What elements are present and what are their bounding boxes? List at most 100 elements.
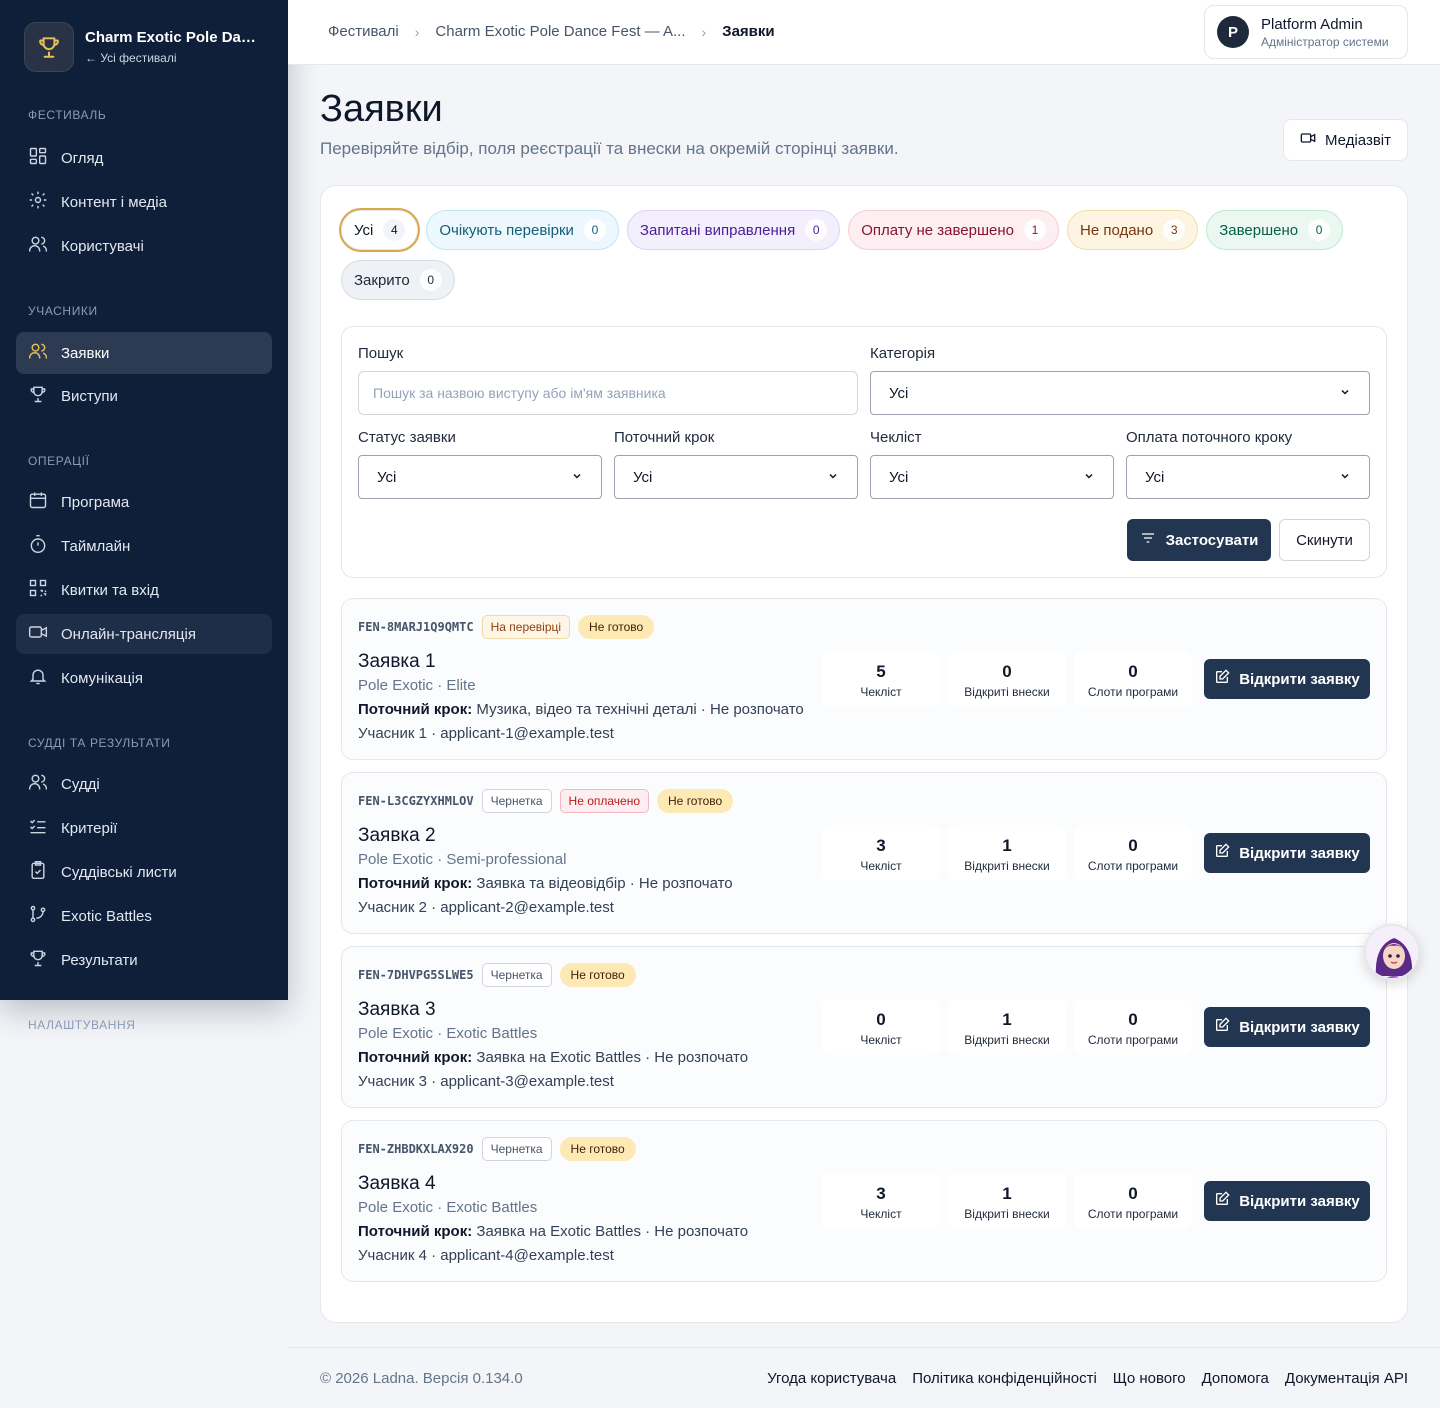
sidebar-item-overview[interactable]: Огляд [16, 138, 272, 178]
tab-label: Усі [354, 221, 374, 239]
stat-value: 3 [876, 1184, 886, 1203]
open-application-button[interactable]: Відкрити заявку [1204, 1007, 1370, 1047]
sidebar-item-timeline[interactable]: Таймлайн [16, 526, 272, 566]
payment-select[interactable]: Усі [1126, 455, 1370, 499]
sidebar-item-label: Користувачі [61, 237, 144, 255]
sidebar-item-applications[interactable]: Заявки [16, 332, 272, 374]
open-application-button[interactable]: Відкрити заявку [1204, 1181, 1370, 1221]
footer-link-whats-new[interactable]: Що нового [1113, 1370, 1186, 1387]
sidebar-item-criteria[interactable]: Критерії [16, 808, 272, 848]
sidebar-item-communication[interactable]: Комунікація [16, 658, 272, 698]
footer-link-help[interactable]: Допомога [1202, 1370, 1269, 1387]
footer-links: Угода користувача Політика конфіденційно… [767, 1370, 1408, 1387]
checklist-select[interactable]: Усі [870, 455, 1114, 499]
sidebar-item-label: Exotic Battles [61, 907, 152, 925]
footer-link-privacy[interactable]: Політика конфіденційності [912, 1370, 1097, 1387]
back-to-festivals-link[interactable]: ← Усі фестивалі [85, 51, 264, 65]
stat-label: Слоти програми [1087, 685, 1179, 699]
breadcrumb-festival[interactable]: Charm Exotic Pole Dance Fest — A... [435, 23, 685, 40]
step-label: Поточний крок: [358, 875, 473, 892]
list-checks-icon [28, 816, 48, 840]
reset-filters-button[interactable]: Скинути [1279, 519, 1370, 561]
trophy-icon [28, 948, 48, 972]
stat-contributions: 1 Відкриті внески [948, 825, 1066, 881]
sidebar-item-label: Результати [61, 951, 138, 969]
tab-closed[interactable]: Закрито 0 [341, 260, 455, 300]
sidebar-item-judges[interactable]: Судді [16, 764, 272, 804]
sidebar-item-score-sheets[interactable]: Суддівські листи [16, 852, 272, 892]
step-label: Поточний крок [614, 429, 715, 446]
stat-contributions: 1 Відкриті внески [948, 999, 1066, 1055]
sidebar-item-program[interactable]: Програма [16, 482, 272, 522]
tab-pending-review[interactable]: Очікують перевірки 0 [426, 210, 619, 250]
status-badge: Чернетка [481, 963, 552, 987]
user-menu[interactable]: P Platform Admin Адміністратор системи [1204, 5, 1408, 59]
stat-value: 1 [1002, 1010, 1012, 1029]
open-application-button[interactable]: Відкрити заявку [1204, 833, 1370, 873]
tab-label: Закрито [354, 271, 410, 289]
open-application-button[interactable]: Відкрити заявку [1204, 659, 1370, 699]
sidebar-item-label: Онлайн-трансляція [61, 625, 196, 643]
calendar-icon [28, 490, 48, 514]
status-select[interactable]: Усі [358, 455, 602, 499]
sidebar-item-users[interactable]: Користувачі [16, 226, 272, 266]
status-badge: Чернетка [481, 1137, 552, 1161]
tab-fixes-requested[interactable]: Запитані виправлення 0 [626, 210, 841, 250]
users-icon [28, 772, 48, 796]
tab-payment-incomplete[interactable]: Оплату не завершено 1 [848, 210, 1059, 250]
sidebar-item-stream[interactable]: Онлайн-трансляція [16, 614, 272, 654]
filter-icon [1140, 530, 1156, 550]
application-user: Учасник 2 · applicant-2@example.test [358, 899, 614, 916]
stat-checklist: 3 Чекліст [822, 1173, 940, 1229]
apply-filters-button[interactable]: Застосувати [1127, 519, 1271, 561]
breadcrumb-festivals[interactable]: Фестивалі [328, 23, 399, 40]
sidebar-item-performances[interactable]: Виступи [16, 376, 272, 416]
tab-count: 3 [1163, 219, 1186, 241]
application-code: FEN-ZHBDKXLAX920 [358, 1142, 474, 1156]
step-value: Заявка та відеовідбір · Не розпочато [476, 875, 733, 892]
step-value: Музика, відео та технічні деталі · Не ро… [476, 701, 804, 718]
step-value: Заявка на Exotic Battles · Не розпочато [476, 1223, 749, 1240]
readiness-badge: Не готово [559, 1137, 636, 1161]
edit-icon [1214, 1017, 1230, 1037]
stat-checklist: 0 Чекліст [822, 999, 940, 1055]
application-card: FEN-L3CGZYXHMLOV Чернетка Не оплачено Не… [341, 772, 1387, 934]
sidebar-item-content[interactable]: Контент і медіа [16, 182, 272, 222]
stat-label: Чекліст [860, 859, 902, 873]
stat-slots: 0 Слоти програми [1074, 825, 1192, 881]
chevron-down-icon [827, 469, 839, 486]
step-label: Поточний крок: [358, 1223, 473, 1240]
media-report-button[interactable]: Медіазвіт [1283, 119, 1408, 161]
stat-checklist: 5 Чекліст [822, 651, 940, 707]
nav-section-festival: Фестиваль [28, 108, 107, 122]
open-label: Відкрити заявку [1239, 670, 1360, 688]
step-label: Поточний крок: [358, 1049, 473, 1066]
stat-label: Відкриті внески [964, 859, 1050, 873]
tab-all[interactable]: Усі 4 [341, 210, 419, 250]
sidebar-item-results[interactable]: Результати [16, 940, 272, 980]
category-select[interactable]: Усі [870, 371, 1370, 415]
assistant-avatar-button[interactable] [1364, 924, 1420, 980]
tab-not-submitted[interactable]: Не подано 3 [1066, 210, 1199, 250]
tab-completed[interactable]: Завершено 0 [1206, 210, 1344, 250]
sidebar-item-tickets[interactable]: Квитки та вхід [16, 570, 272, 610]
stat-slots: 0 Слоти програми [1074, 999, 1192, 1055]
nav-section-settings: Налаштування [28, 1018, 136, 1032]
search-input[interactable]: Пошук за назвою виступу або ім'ям заявни… [358, 371, 858, 415]
nav-section-judges: Судді та результати [28, 736, 171, 750]
select-value: Усі [377, 468, 397, 486]
stat-value: 0 [1128, 1184, 1138, 1203]
application-user: Учасник 3 · applicant-3@example.test [358, 1073, 614, 1090]
user-role: Адміністратор системи [1261, 34, 1389, 49]
readiness-badge: Не готово [559, 963, 636, 987]
festival-brand[interactable]: Charm Exotic Pole Dance Fest — Autumn ← … [0, 0, 288, 94]
stat-label: Слоти програми [1087, 1207, 1179, 1221]
footer-link-api-docs[interactable]: Документація API [1285, 1370, 1408, 1387]
application-category: Pole Exotic · Exotic Battles [358, 1025, 538, 1042]
chevron-down-icon [1339, 385, 1351, 402]
stat-slots: 0 Слоти програми [1074, 651, 1192, 707]
sidebar-item-label: Виступи [61, 387, 118, 405]
footer-link-terms[interactable]: Угода користувача [767, 1370, 896, 1387]
sidebar-item-battles[interactable]: Exotic Battles [16, 896, 272, 936]
step-select[interactable]: Усі [614, 455, 858, 499]
